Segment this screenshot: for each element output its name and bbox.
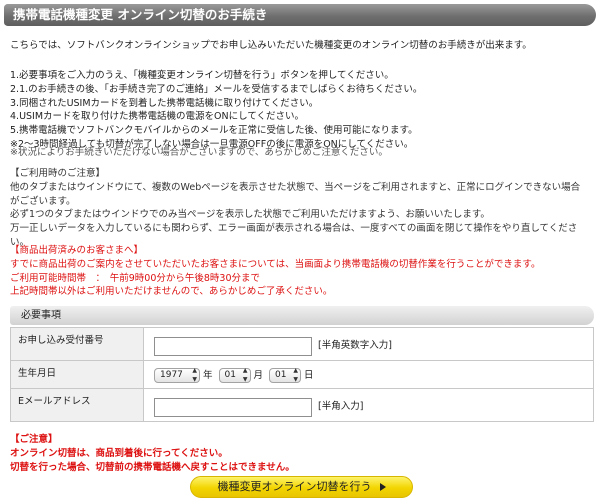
month-unit: 月 [253, 369, 264, 381]
birthdate-label: 生年月日 [10, 360, 144, 389]
shipped-heading: 【商品出荷済みのお客さまへ】 [10, 245, 144, 256]
birth-year-select[interactable]: 1977 ▲ ▼ [154, 366, 200, 383]
order-number-label: お申し込み受付番号 [10, 327, 144, 361]
usage-line: 万一正しいデータを入力しているにも関わらず、エラー画面が表示される場合は、一度す… [10, 223, 578, 235]
step-item: 4.USIMカードを取り付けた携帯電話機の電源をONにしてください。 [10, 111, 305, 123]
form-row-order-number: お申し込み受付番号 [半角英数字入力] [10, 327, 594, 361]
usage-line: 他のタブまたはウインドウにて、複数のWebページを表示させた状態で、当ページをご… [10, 181, 581, 193]
usage-notes: 【ご利用時のご注意】 他のタブまたはウインドウにて、複数のWebページを表示させ… [10, 167, 594, 250]
email-label: Eメールアドレス [10, 388, 144, 422]
caution-line: 切替を行った場合、切替前の携帯電話機へ戻すことはできません。 [10, 461, 295, 473]
shipped-line: ご利用可能時間帯 ： 午前9時00分から午後8時30分まで [10, 272, 261, 284]
arrow-right-icon [379, 483, 386, 491]
step-item: 3.同梱されたUSIMカードを到着した携帯電話機に取り付けてください。 [10, 97, 319, 109]
birth-month-value: 01 [224, 369, 236, 380]
birth-month-select[interactable]: 01 ▲ ▼ [218, 366, 251, 383]
usage-line: がございます。 [10, 195, 76, 207]
shipped-line: すでに商品出荷のご案内をさせていただいたお客さまについては、当画面より携帯電話機… [10, 258, 541, 270]
order-number-input[interactable] [154, 336, 312, 356]
day-unit: 日 [304, 369, 314, 381]
shipped-line: 上記時間帯以外はご利用いただけませんので、あらかじめご了承ください。 [10, 286, 333, 298]
select-arrow-icon: ▲ ▼ [192, 366, 197, 383]
notice-text: ※状況によりお手続きいただけない場合がございますので、あらかじめご注意ください。 [10, 147, 388, 158]
caution-notes: 【ご注意】 オンライン切替は、商品到着後に行ってください。 切替を行った場合、切… [10, 433, 594, 474]
page: 携帯電話機種変更 オンライン切替のお手続き こちらでは、ソフトバンクオンラインシ… [0, 0, 600, 503]
select-arrow-icon: ▲ ▼ [293, 366, 299, 383]
required-fields-header: 必要事項 [10, 306, 594, 325]
step-item: 1.必要事項をご入力のうえ、「機種変更オンライン切替を行う」ボタンを押してくださ… [10, 70, 394, 81]
year-unit: 年 [203, 369, 213, 381]
email-hint: [半角入力] [318, 401, 364, 413]
email-input[interactable] [154, 397, 312, 417]
usage-heading: 【ご利用時のご注意】 [10, 168, 106, 179]
birth-day-select[interactable]: 01 ▲ ▼ [269, 366, 302, 383]
caution-heading: 【ご注意】 [10, 434, 58, 445]
shipped-notes: 【商品出荷済みのお客さまへ】 すでに商品出荷のご案内をさせていただいたお客さまに… [10, 244, 594, 299]
required-fields-form: お申し込み受付番号 [半角英数字入力] 生年月日 1977 ▲ ▼ 年 01 ▲… [10, 327, 594, 422]
birth-year-value: 1977 [160, 369, 183, 380]
step-item: 2.1.のお手続きの後、「お手続き完了のご連絡」メールを受信するまでしばらくお待… [10, 83, 423, 95]
select-arrow-icon: ▲ ▼ [242, 366, 248, 383]
submit-switch-label: 機種変更オンライン切替を行う [217, 480, 372, 494]
page-title: 携帯電話機種変更 オンライン切替のお手続き [4, 4, 596, 26]
form-row-birthdate: 生年月日 1977 ▲ ▼ 年 01 ▲ ▼ 月 01 ▲ ▼ 日 [10, 360, 594, 389]
steps-list: 1.必要事項をご入力のうえ、「機種変更オンライン切替を行う」ボタンを押してくださ… [10, 69, 594, 152]
submit-switch-button[interactable]: 機種変更オンライン切替を行う [190, 476, 413, 498]
birth-day-value: 01 [275, 369, 287, 380]
form-row-email: Eメールアドレス [半角入力] [10, 388, 594, 422]
step-item: 5.携帯電話機でソフトバンクモバイルからのメールを正常に受信した後、使用可能にな… [10, 125, 418, 137]
caution-line: オンライン切替は、商品到着後に行ってください。 [10, 447, 228, 459]
usage-line: 必ず1つのタブまたはウインドウでのみ当ページを表示した状態でご利用いただけますよ… [10, 209, 490, 221]
order-number-hint: [半角英数字入力] [318, 340, 392, 352]
intro-text: こちらでは、ソフトバンクオンラインショップでお申し込みいただいた機種変更のオンラ… [10, 40, 532, 51]
